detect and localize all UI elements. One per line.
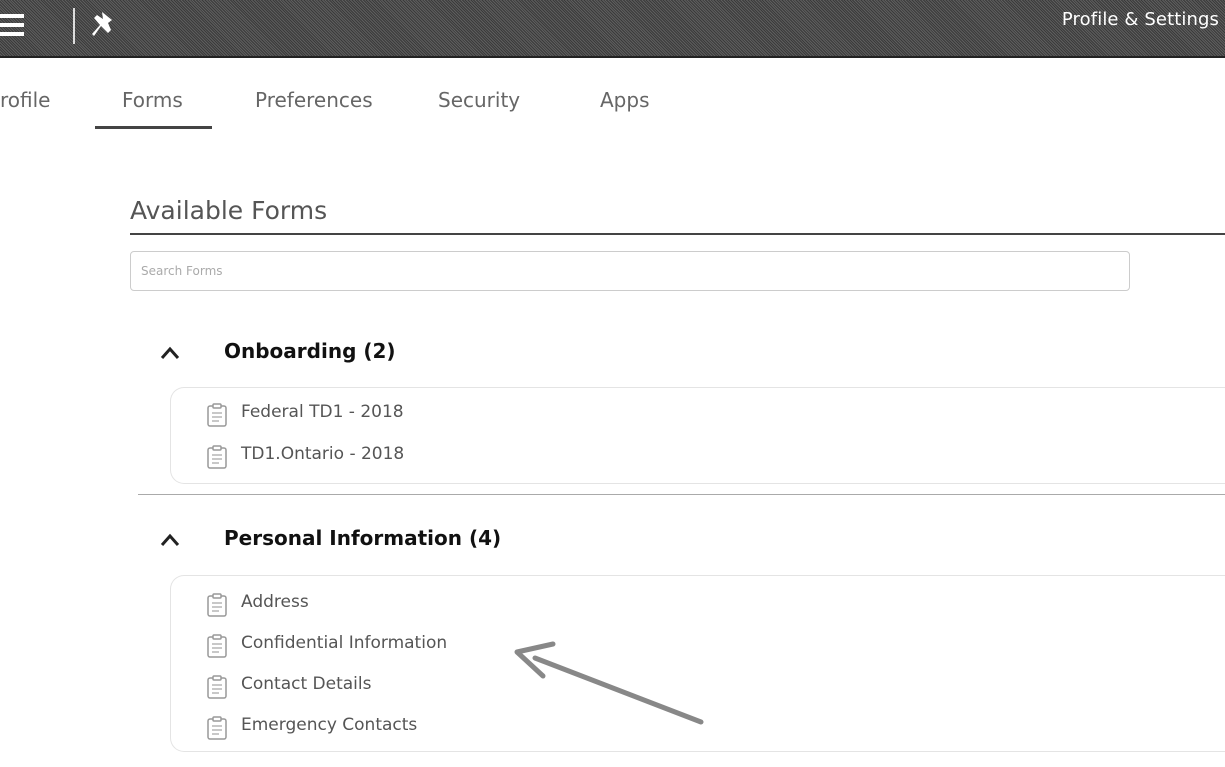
group-list-onboarding: Federal TD1 - 2018 TD1.Ontario - 2018 xyxy=(170,387,1225,484)
group-header-personal-information[interactable]: Personal Information (4) xyxy=(160,525,580,557)
search-input[interactable] xyxy=(130,251,1130,291)
form-item-confidential-information[interactable]: Confidential Information xyxy=(207,631,517,659)
form-item-label: TD1.Ontario - 2018 xyxy=(241,444,405,464)
clipboard-icon xyxy=(207,593,227,617)
group-header-onboarding[interactable]: Onboarding (2) xyxy=(160,338,460,370)
clipboard-icon xyxy=(207,675,227,699)
clipboard-icon xyxy=(207,634,227,658)
tab-profile[interactable]: rofile xyxy=(0,88,50,112)
form-item-td1-ontario[interactable]: TD1.Ontario - 2018 xyxy=(207,442,467,470)
form-item-emergency-contacts[interactable]: Emergency Contacts xyxy=(207,713,467,741)
form-item-federal-td1[interactable]: Federal TD1 - 2018 xyxy=(207,400,467,428)
group-title: Onboarding (2) xyxy=(224,339,396,363)
group-title: Personal Information (4) xyxy=(224,526,502,550)
top-bar: Profile & Settings xyxy=(0,0,1225,58)
form-item-label: Emergency Contacts xyxy=(241,715,418,735)
form-item-contact-details[interactable]: Contact Details xyxy=(207,672,437,700)
hamburger-menu-icon[interactable] xyxy=(0,12,30,42)
form-item-label: Address xyxy=(241,592,309,612)
section-title: Available Forms xyxy=(130,196,328,225)
pin-icon[interactable] xyxy=(88,8,124,44)
form-item-label: Confidential Information xyxy=(241,633,448,653)
tab-apps[interactable]: Apps xyxy=(600,88,650,112)
settings-tabs: rofile Forms Preferences Security Apps xyxy=(0,60,1225,130)
form-item-label: Contact Details xyxy=(241,674,372,694)
form-item-label: Federal TD1 - 2018 xyxy=(241,402,404,422)
form-item-address[interactable]: Address xyxy=(207,590,407,618)
toolbar-divider xyxy=(73,8,75,44)
clipboard-icon xyxy=(207,445,227,469)
tab-forms[interactable]: Forms xyxy=(95,88,212,129)
annotation-arrow-icon xyxy=(514,641,704,725)
clipboard-icon xyxy=(207,716,227,740)
group-divider xyxy=(138,494,1225,495)
tab-security[interactable]: Security xyxy=(438,88,520,112)
chevron-up-icon xyxy=(160,346,180,359)
clipboard-icon xyxy=(207,403,227,427)
tab-preferences[interactable]: Preferences xyxy=(255,88,373,112)
chevron-up-icon xyxy=(160,533,180,546)
section-divider xyxy=(130,233,1225,235)
page-title: Profile & Settings xyxy=(1061,9,1219,30)
